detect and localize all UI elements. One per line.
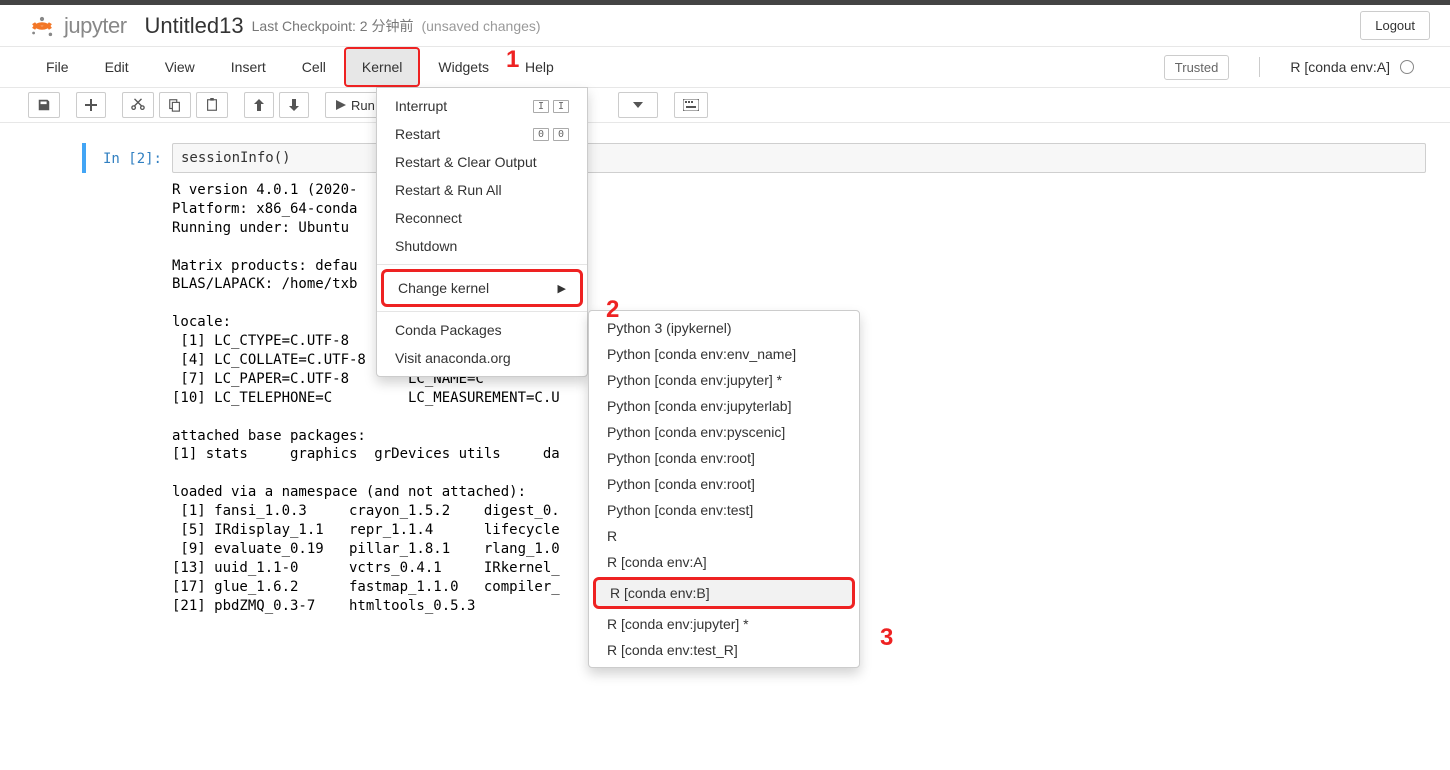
add-cell-button[interactable] <box>76 92 106 118</box>
toolbar: Run <box>0 88 1450 123</box>
kernel-menu-item[interactable]: Shutdown <box>377 232 587 260</box>
menu-item-label: Reconnect <box>395 210 462 226</box>
kernel-menu-item[interactable]: Change kernel ▶ <box>381 269 583 307</box>
kernel-menu-item[interactable]: Reconnect <box>377 204 587 232</box>
kernel-option[interactable]: R <box>589 523 859 549</box>
move-down-button[interactable] <box>279 92 309 118</box>
kernel-menu-item[interactable]: Restart & Clear Output <box>377 148 587 176</box>
kernel-indicator[interactable]: R [conda env:A] <box>1290 59 1414 75</box>
menu-item-label: Shutdown <box>395 238 457 254</box>
kernel-option[interactable]: Python [conda env:root] <box>589 471 859 497</box>
notebook-title[interactable]: Untitled13 <box>145 13 244 39</box>
menu-file[interactable]: File <box>28 47 87 87</box>
kernel-option[interactable]: R [conda env:B] <box>593 577 855 609</box>
save-button[interactable] <box>28 92 60 118</box>
kernel-option[interactable]: R [conda env:A] <box>589 549 859 575</box>
change-kernel-submenu: Python 3 (ipykernel)Python [conda env:en… <box>588 310 860 668</box>
logo-text: jupyter <box>64 13 127 39</box>
kernel-dropdown: Interrupt II Restart 00 Restart & Clear Outp… <box>376 87 588 377</box>
kernel-option[interactable]: Python [conda env:root] <box>589 445 859 471</box>
kernel-option[interactable]: R [conda env:jupyter] * <box>589 611 859 637</box>
output-prompt <box>86 173 172 615</box>
submenu-arrow-icon: ▶ <box>558 282 566 295</box>
kernel-option[interactable]: Python [conda env:env_name] <box>589 341 859 367</box>
input-prompt: In [2]: <box>86 143 172 173</box>
menu-item-label: Change kernel <box>398 280 489 296</box>
menu-item-label: Restart & Clear Output <box>395 154 537 170</box>
cell-type-select[interactable] <box>618 92 658 118</box>
copy-button[interactable] <box>159 92 191 118</box>
kernel-option[interactable]: R [conda env:test_R] <box>589 637 859 663</box>
command-palette-button[interactable] <box>674 92 708 118</box>
kernel-menu-item[interactable]: Interrupt II <box>377 92 587 120</box>
menu-item-label: Interrupt <box>395 98 447 114</box>
paste-button[interactable] <box>196 92 228 118</box>
code-cell[interactable]: In [2]: sessionInfo() <box>82 143 1426 173</box>
menu-view[interactable]: View <box>147 47 213 87</box>
kernel-menu-item[interactable]: Conda Packages <box>377 316 587 344</box>
code-input[interactable]: sessionInfo() <box>172 143 1426 173</box>
header: jupyter Untitled13 Last Checkpoint: 2 分钟… <box>0 5 1450 47</box>
annotation-2: 2 <box>606 296 619 324</box>
jupyter-logo[interactable]: jupyter <box>28 12 127 40</box>
menu-separator <box>377 311 587 312</box>
unsaved-text: (unsaved changes) <box>421 18 540 34</box>
annotation-3: 3 <box>880 624 893 652</box>
menu-item-label: Restart <box>395 126 440 142</box>
kernel-option[interactable]: Python [conda env:jupyterlab] <box>589 393 859 419</box>
menu-insert[interactable]: Insert <box>213 47 284 87</box>
jupyter-icon <box>28 12 56 40</box>
kernel-option[interactable]: Python [conda env:jupyter] * <box>589 367 859 393</box>
cut-button[interactable] <box>122 92 154 118</box>
kernel-option[interactable]: Python [conda env:pyscenic] <box>589 419 859 445</box>
menu-item-label: Visit anaconda.org <box>395 350 511 366</box>
menu-cell[interactable]: Cell <box>284 47 344 87</box>
kernel-menu-item[interactable]: Restart & Run All <box>377 176 587 204</box>
kernel-option[interactable]: Python [conda env:test] <box>589 497 859 523</box>
move-up-button[interactable] <box>244 92 274 118</box>
menu-edit[interactable]: Edit <box>87 47 147 87</box>
menubar: File Edit View Insert Cell Kernel Widget… <box>0 47 1450 88</box>
keyboard-shortcut: II <box>533 100 569 113</box>
checkpoint-text: Last Checkpoint: 2 分钟前 <box>252 16 414 36</box>
menu-separator <box>377 264 587 265</box>
annotation-1: 1 <box>506 46 519 74</box>
kernel-name: R [conda env:A] <box>1290 59 1390 75</box>
kernel-busy-icon <box>1400 60 1414 74</box>
divider <box>1259 57 1260 77</box>
logout-button[interactable]: Logout <box>1360 11 1430 40</box>
kernel-menu-item[interactable]: Restart 00 <box>377 120 587 148</box>
menu-item-label: Restart & Run All <box>395 182 502 198</box>
kernel-menu-item[interactable]: Visit anaconda.org <box>377 344 587 372</box>
menu-widgets[interactable]: Widgets <box>420 47 507 87</box>
kernel-option[interactable]: Python 3 (ipykernel) <box>589 315 859 341</box>
keyboard-shortcut: 00 <box>533 128 569 141</box>
trusted-badge[interactable]: Trusted <box>1164 55 1230 80</box>
menu-kernel[interactable]: Kernel <box>344 47 420 87</box>
menu-item-label: Conda Packages <box>395 322 502 338</box>
